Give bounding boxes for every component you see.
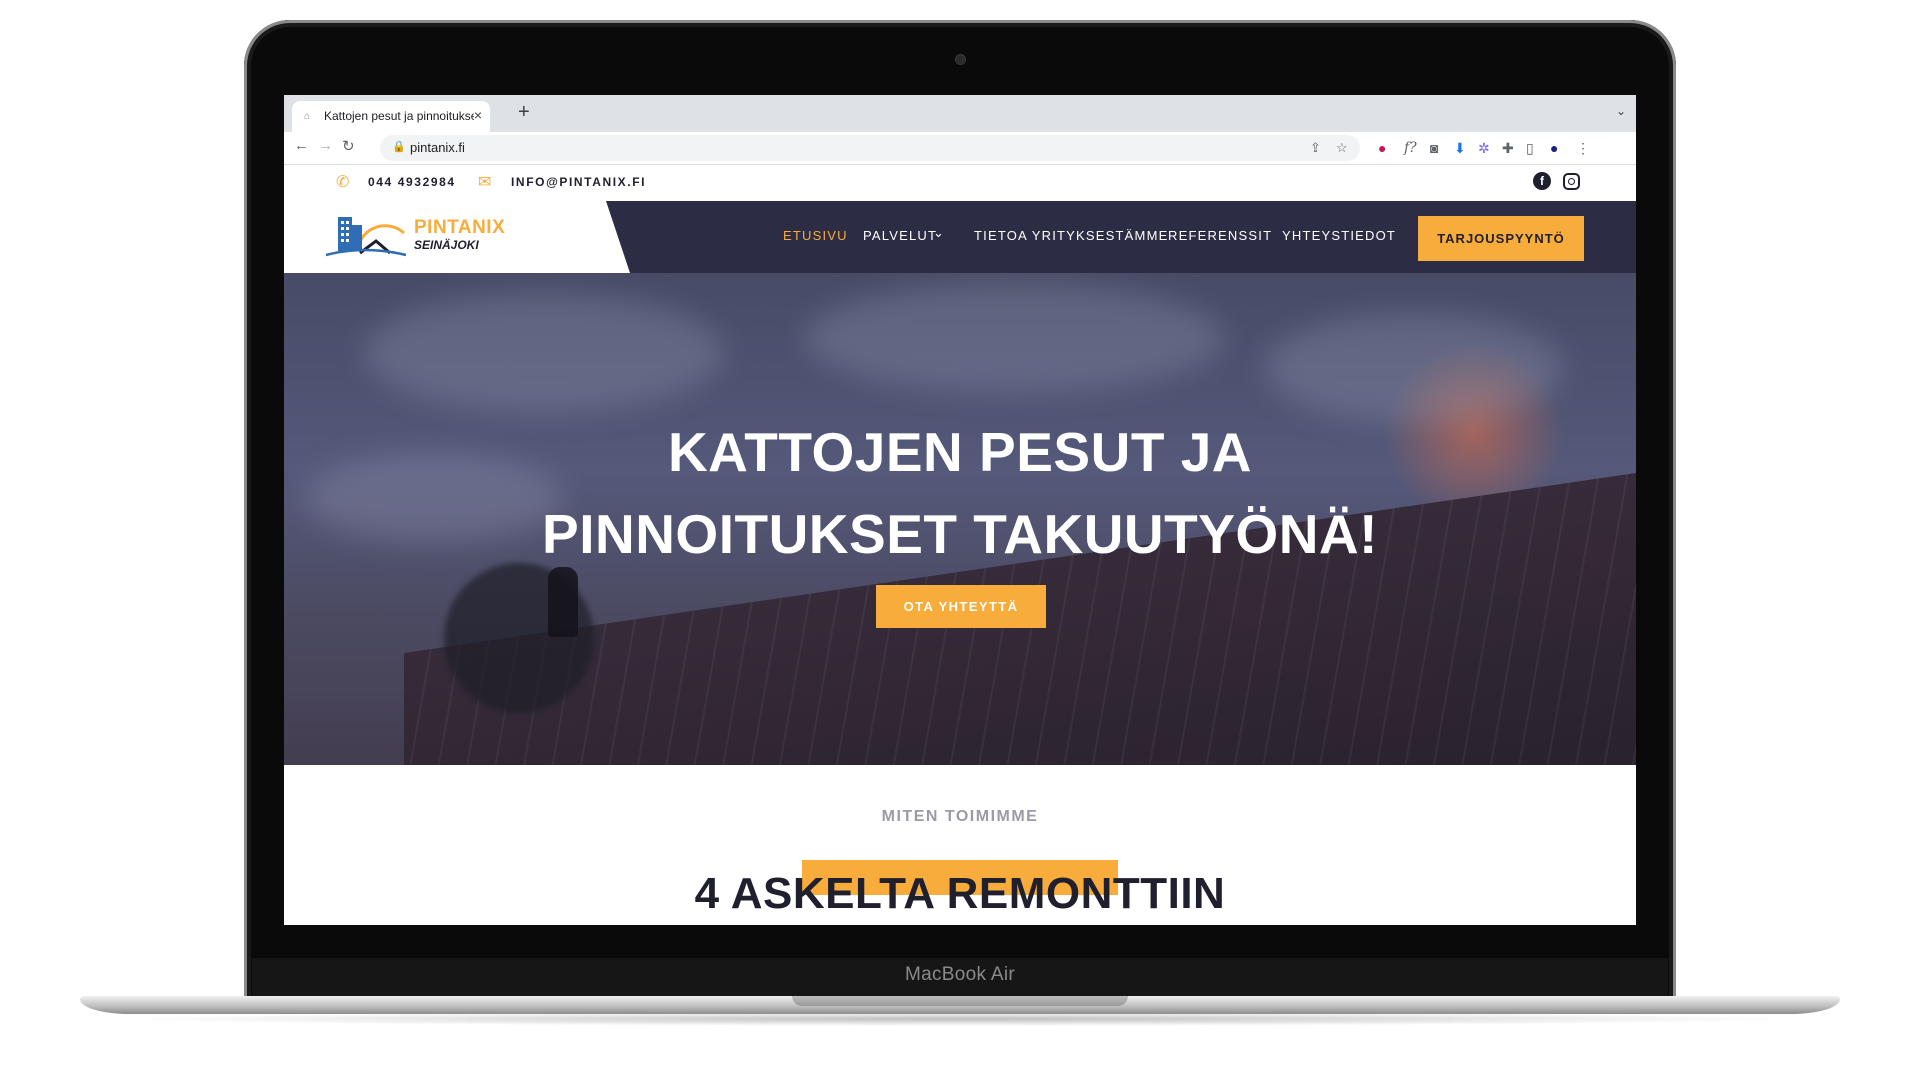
nav-etusivu[interactable]: ETUSIVU: [783, 228, 848, 243]
site-topbar: ✆ 044 4932984 ✉ INFO@PINTANIX.FI f: [284, 165, 1636, 201]
phone-number[interactable]: 044 4932984: [368, 175, 456, 189]
sparkle-extension-icon[interactable]: ✲: [1478, 140, 1490, 157]
tab-title: Kattojen pesut ja pinnoitukset: [324, 109, 474, 123]
back-button[interactable]: ←: [294, 137, 309, 154]
screen: ⌂ Kattojen pesut ja pinnoitukset × + ⌄ ←…: [284, 95, 1636, 925]
logo-name: PINTANIX: [414, 217, 506, 238]
download-extension-icon[interactable]: ⬇: [1454, 140, 1466, 157]
forward-button[interactable]: →: [318, 137, 333, 154]
nav-yhteystiedot[interactable]: YHTEYSTIEDOT: [1282, 228, 1396, 243]
facebook-icon[interactable]: f: [1533, 172, 1551, 190]
site-logo[interactable]: PINTANIX SEINÄJOKI: [284, 201, 630, 273]
mail-icon: ✉: [478, 174, 492, 191]
side-panel-icon[interactable]: ▯: [1526, 140, 1534, 157]
laptop-brand-label: MacBook Air: [905, 964, 1015, 985]
share-icon[interactable]: ⇪: [1310, 140, 1321, 156]
logo-building-icon: [325, 217, 407, 257]
hero-section: KATTOJEN PESUT JA PINNOITUKSET TAKUUTYÖN…: [284, 273, 1636, 765]
url-text[interactable]: pintanix.fi: [410, 140, 465, 155]
browser-toolbar: ← → ↻ 🔒 pintanix.fi ⇪ ☆ ● f? ◙ ⬇ ✲ ✚ ▯ ●…: [284, 132, 1636, 165]
bookmark-star-icon[interactable]: ☆: [1336, 140, 1348, 156]
profile-avatar-icon[interactable]: ●: [1550, 140, 1558, 156]
reload-button[interactable]: ↻: [342, 137, 355, 155]
instagram-icon[interactable]: [1563, 173, 1580, 190]
chevron-down-icon[interactable]: ⌄: [933, 225, 945, 241]
color-picker-extension-icon[interactable]: ●: [1378, 140, 1386, 156]
address-bar[interactable]: 🔒 pintanix.fi ⇪ ☆: [380, 135, 1360, 161]
contact-us-button[interactable]: OTA YHTEYTTÄ: [876, 585, 1046, 628]
hero-cloud: [364, 293, 724, 413]
laptop-notch: [792, 996, 1128, 1006]
lock-icon: 🔒: [392, 141, 406, 153]
section-title: 4 ASKELTA REMONTTIIN: [694, 869, 1226, 918]
browser-tab[interactable]: ⌂ Kattojen pesut ja pinnoitukset ×: [292, 101, 490, 132]
nav-referenssit[interactable]: REFERENSSIT: [1168, 228, 1272, 243]
hero-worker-silhouette: [548, 567, 578, 637]
close-icon[interactable]: ×: [474, 107, 482, 123]
phone-icon: ✆: [336, 174, 350, 191]
tab-search-button[interactable]: ⌄: [1616, 104, 1626, 118]
favicon-icon: ⌂: [304, 111, 311, 122]
webcam: [956, 55, 965, 64]
new-tab-button[interactable]: +: [518, 101, 530, 124]
email-link[interactable]: INFO@PINTANIX.FI: [511, 175, 646, 189]
extensions-puzzle-icon[interactable]: ✚: [1502, 140, 1514, 157]
browser-menu-icon[interactable]: ⋮: [1576, 140, 1590, 157]
hero-title-line-1: KATTOJEN PESUT JA: [667, 421, 1253, 483]
hero-title-line-2: PINNOITUKSET TAKUUTYÖNÄ!: [542, 503, 1378, 565]
section-eyebrow: MITEN TOIMIMME: [881, 808, 1039, 825]
font-extension-icon[interactable]: f?: [1404, 140, 1417, 156]
hero-cloud: [1264, 313, 1564, 423]
hero-title: KATTOJEN PESUT JA PINNOITUKSET TAKUUTYÖN…: [284, 411, 1636, 575]
browser-tab-bar: ⌂ Kattojen pesut ja pinnoitukset × + ⌄: [284, 95, 1636, 132]
nav-palvelut[interactable]: PALVELUT: [863, 228, 937, 243]
logo-city: SEINÄJOKI: [414, 238, 479, 252]
hero-cloud: [804, 283, 1224, 393]
nav-tietoa[interactable]: TIETOA YRITYKSESTÄMME: [974, 228, 1168, 243]
laptop-shadow: [120, 1012, 1800, 1026]
camera-extension-icon[interactable]: ◙: [1430, 140, 1438, 156]
quote-request-button[interactable]: TARJOUSPYYNTÖ: [1418, 216, 1584, 261]
